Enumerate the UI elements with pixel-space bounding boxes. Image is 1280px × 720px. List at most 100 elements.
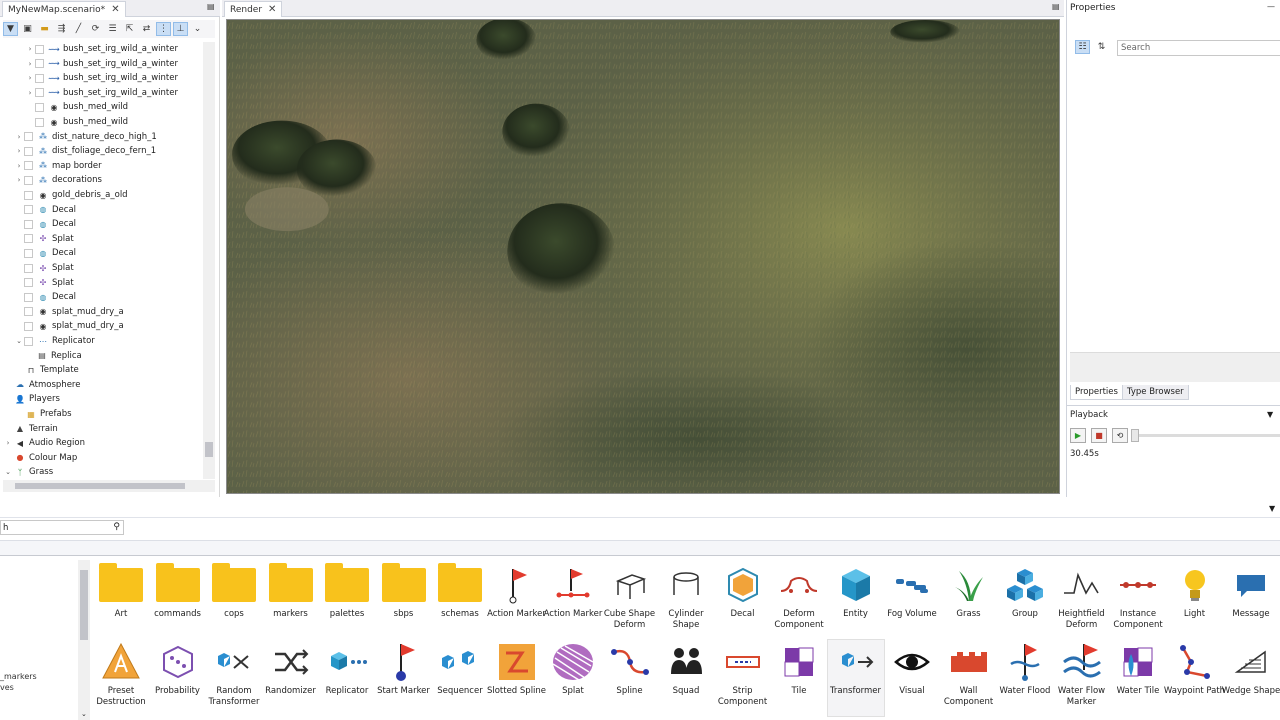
visibility-checkbox[interactable] (24, 146, 33, 156)
visibility-checkbox[interactable] (24, 219, 33, 229)
palette-item[interactable]: Wedge Shape (1222, 640, 1280, 716)
tree-item[interactable]: › ⟿ bush_set_irg_wild_a_winter (25, 42, 178, 56)
expand-arrow-icon[interactable]: › (25, 45, 35, 53)
palette-item[interactable]: Probability (150, 640, 206, 716)
expand-arrow-icon[interactable]: › (14, 176, 24, 184)
save-icon[interactable]: ▣ (20, 22, 35, 36)
palette-item[interactable]: Light (1167, 563, 1223, 639)
tree-item[interactable]: ⌄ ⋯ Replicator (14, 334, 95, 348)
sort-alpha-icon[interactable]: ⇅ (1094, 40, 1109, 54)
palette-item[interactable]: palettes (319, 563, 375, 639)
tree-item[interactable]: ◍ Decal (14, 290, 76, 304)
palette-item[interactable]: Wall Component (941, 640, 997, 716)
palette-item[interactable]: Preset Destruction (93, 640, 149, 716)
tab-render[interactable]: Render ✕ (224, 1, 283, 17)
palette-item[interactable]: Waypoint Path (1164, 640, 1225, 716)
export-icon[interactable]: ⇱ (122, 22, 137, 36)
tree-item[interactable]: ✣ Splat (14, 276, 74, 290)
palette-item[interactable]: cops (206, 563, 262, 639)
palette-item[interactable]: Sequencer (432, 640, 488, 716)
palette-item[interactable]: markers (263, 563, 319, 639)
visibility-checkbox[interactable] (24, 234, 33, 244)
reset-button[interactable]: ⟲ (1112, 428, 1128, 443)
stop-button[interactable]: ■ (1091, 428, 1107, 443)
visibility-checkbox[interactable] (35, 102, 44, 112)
playback-slider[interactable] (1134, 434, 1280, 437)
tree-item[interactable]: ◍ Decal (14, 246, 76, 260)
expand-arrow-icon[interactable]: › (25, 60, 35, 68)
tree-item[interactable]: ◍ Decal (14, 203, 76, 217)
visibility-checkbox[interactable] (24, 248, 33, 258)
sync-icon[interactable]: ⇄ (139, 22, 154, 36)
palette-item[interactable]: Randomizer (263, 640, 319, 716)
palette-item[interactable]: Replicator (319, 640, 375, 716)
tree-item[interactable]: ☁ Atmosphere (3, 378, 80, 392)
tree-item[interactable]: ◉ splat_mud_dry_a (14, 319, 124, 333)
tree-item[interactable]: › ⟿ bush_set_irg_wild_a_winter (25, 86, 178, 100)
terrain-render[interactable] (227, 20, 1059, 493)
visibility-checkbox[interactable] (24, 292, 33, 302)
palette-item[interactable]: Visual (884, 640, 940, 716)
palette-item[interactable]: Cylinder Shape (658, 563, 714, 639)
palette-item[interactable]: Water Tile (1110, 640, 1166, 716)
palette-item[interactable]: Grass (941, 563, 997, 639)
palette-item[interactable]: Random Transformer (206, 640, 262, 716)
tree-item[interactable]: ▦ Prefabs (14, 407, 71, 421)
tree-item[interactable]: ⊓ Template (14, 363, 79, 377)
expand-arrow-icon[interactable]: › (14, 133, 24, 141)
palette-item[interactable]: Squad (658, 640, 714, 716)
categorized-icon[interactable]: ☷ (1075, 40, 1090, 54)
minimize-icon[interactable]: — (1267, 2, 1275, 11)
close-icon[interactable]: ✕ (268, 4, 276, 15)
visibility-checkbox[interactable] (35, 44, 44, 54)
expand-arrow-icon[interactable]: › (3, 439, 13, 447)
visibility-checkbox[interactable] (24, 205, 33, 215)
palette-item[interactable]: Cube Shape Deform (602, 563, 658, 639)
pane-menu-icon[interactable]: ▤ (1052, 2, 1060, 11)
tree-item[interactable]: › ⁂ dist_nature_deco_high_1 (14, 130, 157, 144)
tree-item[interactable]: ◉ gold_debris_a_old (14, 188, 128, 202)
visibility-checkbox[interactable] (24, 132, 33, 142)
palette-item[interactable]: sbps (376, 563, 432, 639)
palette-item[interactable]: Water Flood (997, 640, 1053, 716)
tree-item[interactable]: ◉ bush_med_wild (25, 115, 128, 129)
visibility-checkbox[interactable] (24, 161, 33, 171)
palette-item[interactable]: Group (997, 563, 1053, 639)
palette-item[interactable]: Instance Component (1110, 563, 1166, 639)
palette-item[interactable]: Spline (602, 640, 658, 716)
list-item[interactable]: _markers (0, 672, 37, 681)
palette-item[interactable]: Strip Component (715, 640, 771, 716)
tree-item[interactable]: › ⁂ decorations (14, 173, 102, 187)
list-icon[interactable]: ☰ (105, 22, 120, 36)
palette-item[interactable]: Deform Component (771, 563, 827, 639)
palette-item[interactable]: Splat (545, 640, 601, 716)
tree-item[interactable]: ● Colour Map (3, 451, 78, 465)
collapse-icon[interactable]: ▼ (1269, 504, 1275, 513)
tree-item[interactable]: ⌄ ᛉ Grass (3, 465, 53, 479)
visibility-checkbox[interactable] (35, 59, 44, 69)
pane-menu-icon[interactable]: ▤ (207, 2, 215, 11)
collapse-arrow-icon[interactable]: ⌄ (3, 468, 13, 476)
expand-arrow-icon[interactable]: › (14, 162, 24, 170)
overflow-icon[interactable]: ⌄ (190, 22, 205, 36)
visibility-checkbox[interactable] (35, 117, 44, 127)
close-icon[interactable]: ✕ (111, 4, 119, 15)
brush-icon[interactable]: ╱ (71, 22, 86, 36)
tree-item[interactable]: › ⁂ dist_foliage_deco_fern_1 (14, 144, 157, 158)
visibility-checkbox[interactable] (24, 321, 33, 331)
tree-item[interactable]: › ⟿ bush_set_irg_wild_a_winter (25, 71, 178, 85)
split-icon[interactable]: ⇶ (54, 22, 69, 36)
tab-properties[interactable]: Properties (1070, 385, 1123, 400)
ground-icon[interactable]: ⊥ (173, 22, 188, 36)
visibility-checkbox[interactable] (35, 88, 44, 98)
tree-item[interactable]: › ◀ Audio Region (3, 436, 85, 450)
chevron-down-icon[interactable]: ⌄ (81, 710, 87, 718)
tree-vertical-scrollbar[interactable] (203, 42, 215, 479)
expand-arrow-icon[interactable]: › (25, 89, 35, 97)
visibility-checkbox[interactable] (24, 307, 33, 317)
scroll-thumb[interactable] (80, 570, 88, 640)
chevron-down-icon[interactable]: ▼ (1267, 410, 1273, 419)
list-item[interactable]: ves (0, 683, 14, 692)
palette-item[interactable]: Water Flow Marker (1054, 640, 1110, 716)
search-icon[interactable]: ⚲ (113, 522, 120, 532)
